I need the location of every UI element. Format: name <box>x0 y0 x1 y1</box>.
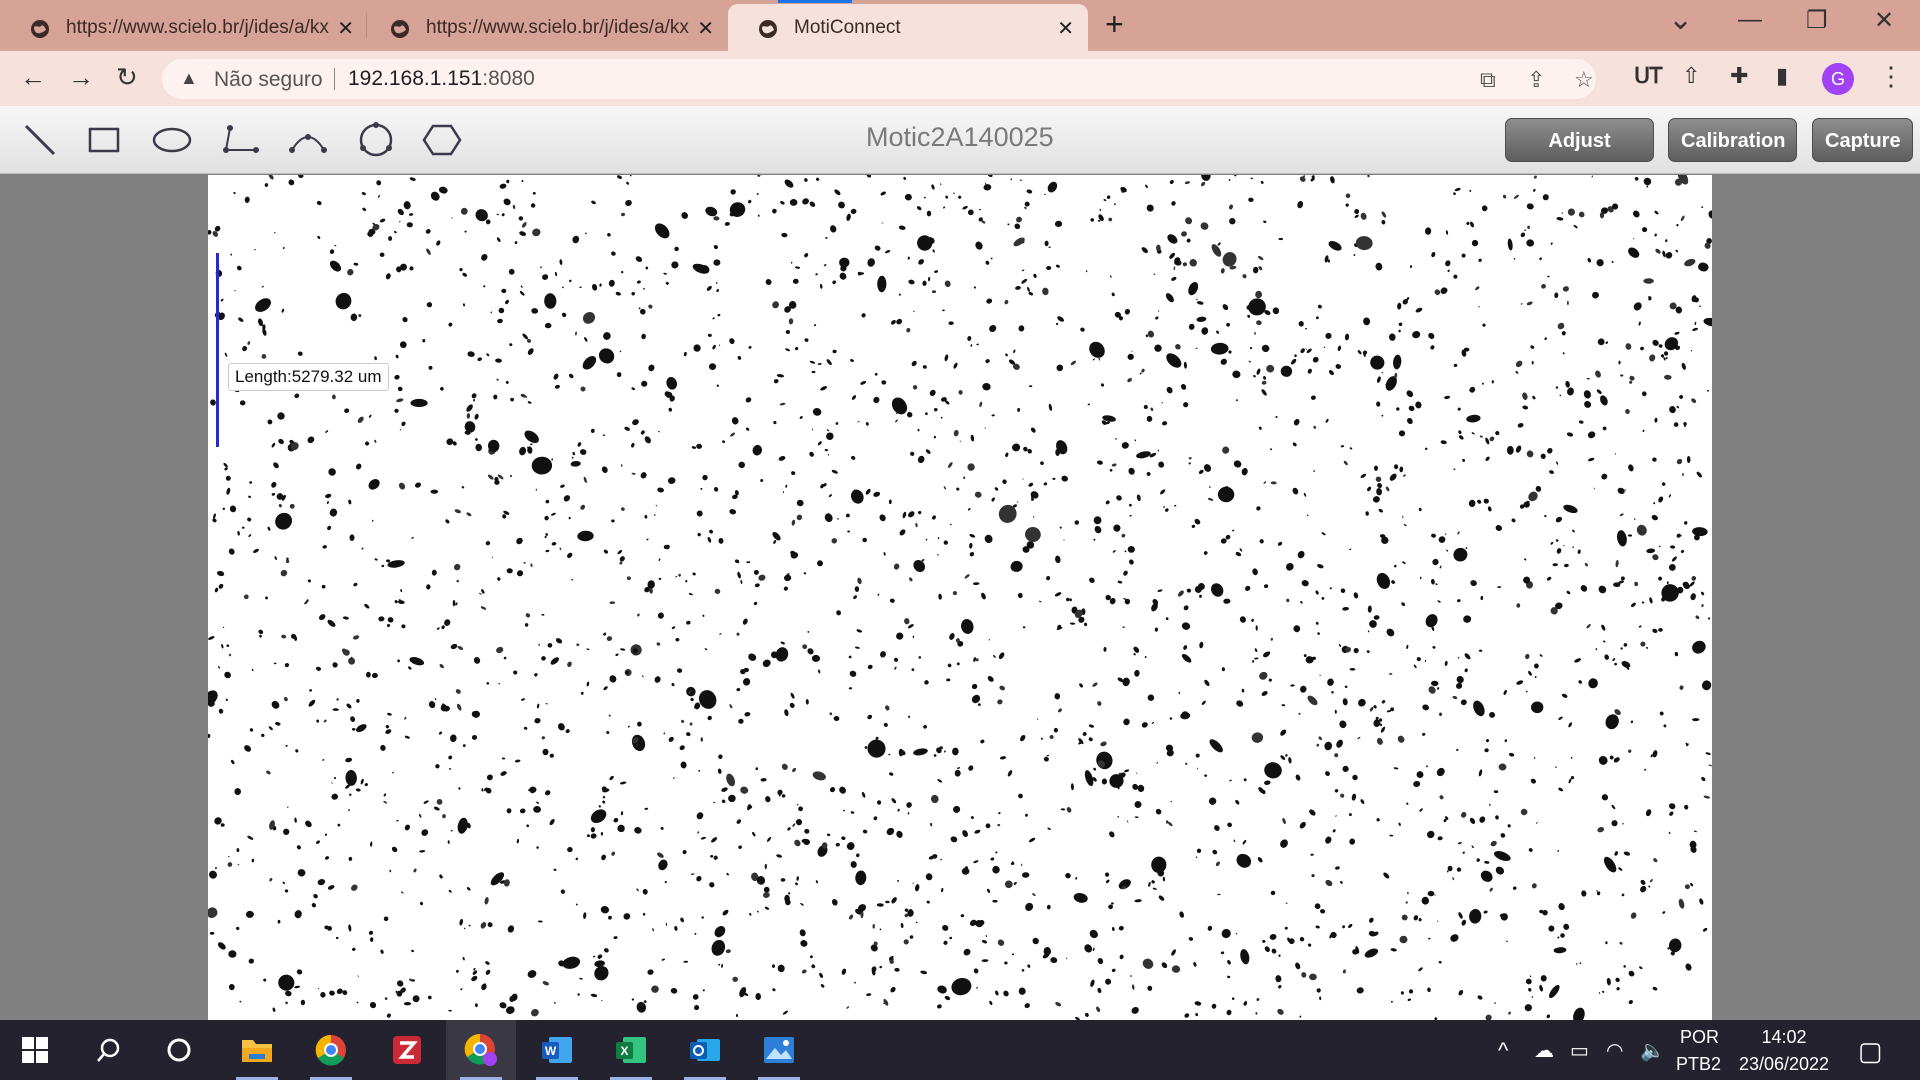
chevron-up-icon[interactable]: ^ <box>1498 1038 1508 1064</box>
arc-tool-icon[interactable] <box>282 116 334 164</box>
notifications-icon[interactable]: ▢ <box>1858 1036 1883 1067</box>
share-icon[interactable]: ⇪ <box>1527 67 1545 93</box>
tab-title: MotiConnect <box>794 17 901 38</box>
ellipse-tool-icon[interactable] <box>146 116 198 164</box>
extension-ut-icon[interactable]: ᑌᎢ <box>1634 63 1663 89</box>
windows-taskbar: W X ^ ☁ ▭ ◠ 🔈 POR PTB2 14:02 23/06/2022 … <box>0 1020 1920 1080</box>
chrome-profile-icon[interactable] <box>446 1020 516 1080</box>
length-measurement-label: Length:5279.32 um <box>228 363 389 391</box>
language-indicator[interactable]: POR <box>1680 1027 1719 1048</box>
cortana-icon[interactable] <box>144 1020 214 1080</box>
restore-button[interactable]: ❐ <box>1806 6 1828 35</box>
device-name: Motic2A140025 <box>866 122 1054 152</box>
address-bar[interactable]: ▲ Não seguro 192.168.1.151:8080 ⧉ ⇪ ☆ <box>162 59 1596 99</box>
keyboard-layout[interactable]: PTB2 <box>1676 1054 1721 1075</box>
profile-avatar[interactable]: G <box>1822 63 1854 95</box>
clock-time[interactable]: 14:02 <box>1734 1027 1834 1048</box>
new-tab-button[interactable]: + <box>1105 6 1124 43</box>
translate-icon[interactable]: ⧉ <box>1480 67 1496 93</box>
globe-icon <box>759 20 777 38</box>
volume-muted-icon[interactable]: 🔈 <box>1640 1038 1665 1063</box>
browser-tab-scielo-1[interactable]: https://www.scielo.br/j/ides/a/kx ✕ <box>0 4 368 51</box>
window-close-button[interactable]: ✕ <box>1874 6 1894 35</box>
browser-toolbar: ← → ↻ ▲ Não seguro 192.168.1.151:8080 ⧉ … <box>0 51 1920 106</box>
address-divider <box>334 68 335 90</box>
svg-text:W: W <box>545 1044 557 1058</box>
back-arrow-icon[interactable]: ← <box>20 62 46 93</box>
microscope-image[interactable]: Length:5279.32 um <box>208 175 1712 1020</box>
browser-tab-scielo-2[interactable]: https://www.scielo.br/j/ides/a/kx ✕ <box>360 4 728 51</box>
close-tab-icon[interactable]: ✕ <box>697 16 714 41</box>
browser-tab-moticonnect[interactable]: MotiConnect ✕ <box>728 4 1088 51</box>
extensions-puzzle-icon[interactable]: ✚ <box>1730 63 1748 89</box>
rectangle-tool-icon[interactable] <box>78 116 130 164</box>
capture-button[interactable]: Capture <box>1812 118 1913 162</box>
forward-arrow-icon[interactable]: → <box>68 62 94 93</box>
browser-tab-strip: https://www.scielo.br/j/ides/a/kx ✕ http… <box>0 0 1920 51</box>
minimize-button[interactable]: — <box>1738 6 1762 34</box>
bookmark-star-icon[interactable]: ☆ <box>1574 67 1594 93</box>
polygon-tool-icon[interactable] <box>416 116 468 164</box>
search-icon[interactable] <box>74 1020 144 1080</box>
close-tab-icon[interactable]: ✕ <box>337 16 354 41</box>
tab-loading-indicator <box>778 0 852 3</box>
adjust-image-button[interactable]: Adjust Image <box>1505 118 1654 196</box>
chrome-icon[interactable] <box>296 1020 366 1080</box>
menu-kebab-icon[interactable]: ⋮ <box>1878 61 1904 92</box>
image-stage: Length:5279.32 um <box>0 175 1920 1020</box>
globe-icon <box>31 20 49 38</box>
warning-triangle-icon[interactable]: ▲ <box>180 68 198 89</box>
close-tab-icon[interactable]: ✕ <box>1057 16 1074 41</box>
security-status[interactable]: Não seguro <box>214 68 323 92</box>
tab-search-chevron-icon[interactable]: ⌄ <box>1668 2 1693 37</box>
file-explorer-icon[interactable] <box>222 1020 292 1080</box>
zotero-icon[interactable] <box>372 1020 442 1080</box>
reload-icon[interactable]: ↻ <box>116 62 138 93</box>
globe-icon <box>391 20 409 38</box>
angle-tool-icon[interactable] <box>214 116 266 164</box>
battery-icon[interactable]: ▭ <box>1570 1038 1589 1063</box>
calibration-button[interactable]: Calibration <box>1668 118 1797 162</box>
url-text[interactable]: 192.168.1.151:8080 <box>348 67 535 91</box>
outlook-icon[interactable] <box>670 1020 740 1080</box>
svg-text:X: X <box>620 1044 628 1058</box>
photos-icon[interactable] <box>744 1020 814 1080</box>
wifi-icon[interactable]: ◠ <box>1606 1038 1623 1063</box>
motic-toolbar: Motic2A140025 Adjust Image Calibration C… <box>0 106 1920 196</box>
circle-tool-icon[interactable] <box>350 116 402 164</box>
start-icon[interactable] <box>0 1020 70 1080</box>
word-icon[interactable]: W <box>522 1020 592 1080</box>
side-panel-icon[interactable]: ▮ <box>1776 63 1788 89</box>
line-tool-icon[interactable] <box>14 116 66 164</box>
length-measurement-line[interactable] <box>216 253 219 447</box>
tab-title: https://www.scielo.br/j/ides/a/kx <box>66 17 329 38</box>
onedrive-icon[interactable]: ☁ <box>1534 1038 1554 1063</box>
tab-title: https://www.scielo.br/j/ides/a/kx <box>426 17 689 38</box>
particle-speckles <box>208 175 1712 1020</box>
extension-upload-icon[interactable]: ⇧ <box>1682 63 1700 89</box>
excel-icon[interactable]: X <box>596 1020 666 1080</box>
clock-date[interactable]: 23/06/2022 <box>1734 1054 1834 1075</box>
